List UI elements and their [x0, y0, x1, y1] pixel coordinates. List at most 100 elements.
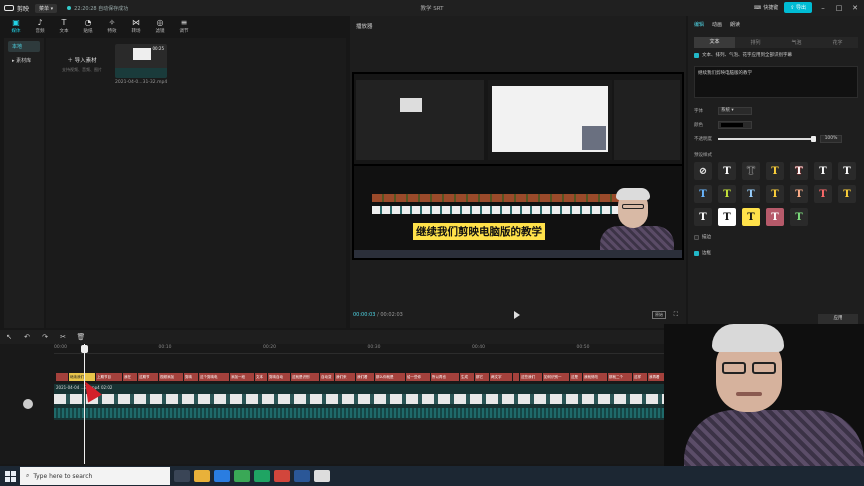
ratio-button[interactable]: 原始 [652, 311, 666, 319]
playhead-handle[interactable] [81, 345, 88, 353]
preset-style-1[interactable]: ⊘ [694, 162, 712, 180]
subtitle-clip[interactable]: 视频添加 [159, 373, 183, 381]
preset-style-2[interactable]: T [718, 162, 736, 180]
app-icon-red[interactable] [274, 470, 290, 482]
preset-style-12[interactable]: T [790, 185, 808, 203]
preset-style-6[interactable]: T [814, 162, 832, 180]
subtab-fancy-text[interactable]: 花字 [817, 39, 858, 46]
subtitle-clip[interactable]: 这期节 [138, 373, 158, 381]
subtitle-clip[interactable]: 那么你就是 [375, 373, 405, 381]
opacity-value-input[interactable]: 100% [820, 135, 842, 143]
subtab-text[interactable]: 文本 [694, 37, 735, 48]
track-visibility-icon[interactable] [23, 399, 33, 409]
preset-style-10[interactable]: T [742, 185, 760, 203]
preset-style-8[interactable]: T [694, 185, 712, 203]
opacity-slider-handle[interactable] [811, 136, 816, 142]
shortcut-button[interactable]: ⌨ 快捷键 [754, 4, 778, 12]
capcut-taskbar-icon[interactable] [314, 470, 330, 482]
preset-style-15[interactable]: T [694, 208, 712, 226]
subtitle-clip[interactable] [56, 373, 68, 381]
taskbar-search-input[interactable]: ⌕ Type here to search [20, 467, 170, 485]
tool-sticker[interactable]: ◔ 贴纸 [76, 18, 100, 34]
undo-icon[interactable]: ↶ [18, 333, 36, 341]
subtitle-clip[interactable]: 文本 [255, 373, 267, 381]
subtitle-clip[interactable]: 我就修改 [583, 373, 607, 381]
playhead[interactable] [84, 344, 85, 464]
subtitle-text-input[interactable]: 继续我们剪映电脑版的教学 [694, 66, 858, 98]
preset-style-16[interactable]: T [718, 208, 736, 226]
tool-adjust[interactable]: ≡ 调节 [172, 18, 196, 34]
close-icon[interactable]: ✕ [850, 4, 860, 12]
preset-style-9[interactable]: T [718, 185, 736, 203]
word-icon[interactable] [294, 470, 310, 482]
subtitle-clip[interactable]: 生成 [460, 373, 474, 381]
subtitle-clip[interactable]: 这样 [633, 373, 647, 381]
border-checkbox[interactable] [694, 250, 699, 256]
subtitle-clip[interactable]: 这就是识别 [291, 373, 319, 381]
wechat-icon[interactable] [254, 470, 270, 482]
subtitle-clip[interactable]: 剪映自动 [268, 373, 290, 381]
stroke-checkbox[interactable] [694, 234, 699, 240]
preset-style-7[interactable]: T [838, 162, 856, 180]
menu-button[interactable]: 菜单 ▾ [35, 3, 58, 13]
subtab-arrange[interactable]: 排列 [735, 39, 776, 46]
tool-audio[interactable]: ♪ 音频 [28, 18, 52, 34]
split-icon[interactable]: ✂ [54, 333, 72, 341]
edge-browser-icon[interactable] [214, 470, 230, 482]
stroke-row[interactable]: 描边 [694, 234, 858, 240]
subtitle-clip[interactable]: 这个剪映电 [199, 373, 229, 381]
opacity-slider[interactable] [718, 136, 816, 142]
task-view-icon[interactable] [174, 470, 190, 482]
preset-style-13[interactable]: T [814, 185, 832, 203]
subtitle-clip[interactable]: 那就二个 [608, 373, 632, 381]
subtab-bubble[interactable]: 气泡 [776, 39, 817, 46]
subtitle-clip[interactable]: 那它 [475, 373, 489, 381]
chrome-icon[interactable] [234, 470, 250, 482]
preset-style-11[interactable]: T [766, 185, 784, 203]
subtitle-clip[interactable]: 上期节目 [96, 373, 122, 381]
import-button[interactable]: ＋ 导入素材 支持视频、音频、图片 [52, 44, 112, 80]
subtitle-clip[interactable]: 给一些你 [406, 373, 430, 381]
preset-style-17[interactable]: T [742, 208, 760, 226]
tool-media[interactable]: ▣ 媒体 [4, 18, 28, 34]
subtitle-clip[interactable]: 两文字 [490, 373, 512, 381]
subtitle-clip[interactable]: 剪映 [184, 373, 198, 381]
video-preview[interactable]: 继续我们剪映电脑版的教学 [352, 72, 684, 260]
subtitle-clip[interactable]: 我们来 [335, 373, 355, 381]
fullscreen-icon[interactable]: ⛶ [674, 311, 678, 319]
tab-read-aloud[interactable]: 朗读 [730, 21, 740, 28]
apply-button[interactable]: 应用 [818, 314, 858, 324]
tool-transition[interactable]: ⋈ 转场 [124, 18, 148, 34]
file-explorer-icon[interactable] [194, 470, 210, 482]
preset-style-18[interactable]: T [766, 208, 784, 226]
redo-icon[interactable]: ↷ [36, 333, 54, 341]
maximize-icon[interactable]: □ [834, 4, 844, 12]
apply-all-row[interactable]: 文本、排列、气泡、花字应用到全部识别字幕 [694, 52, 858, 58]
color-picker[interactable] [718, 121, 752, 129]
tool-text[interactable]: T 文本 [52, 18, 76, 34]
subtitle-clip[interactable]: 我在 [123, 373, 137, 381]
minimize-icon[interactable]: – [818, 4, 828, 12]
subtitle-overlay[interactable]: 继续我们剪映电脑版的教学 [412, 222, 546, 241]
select-cursor-icon[interactable]: ↖ [0, 333, 18, 341]
preset-style-14[interactable]: T [838, 185, 856, 203]
tab-animation[interactable]: 动画 [712, 21, 722, 28]
preset-style-4[interactable]: T [766, 162, 784, 180]
windows-start-icon[interactable] [0, 466, 20, 486]
media-clip-thumbnail[interactable]: 00:25 [115, 44, 167, 78]
sidebar-item-library[interactable]: ▸ 素材库 [8, 55, 40, 66]
subtitle-clip[interactable]: 如何识别一 [543, 373, 569, 381]
preset-style-3[interactable]: T [742, 162, 760, 180]
subtitle-clip[interactable] [513, 373, 519, 381]
play-icon[interactable] [514, 311, 520, 319]
tool-effects[interactable]: ✧ 特效 [100, 18, 124, 34]
border-row[interactable]: 边框 [694, 250, 858, 256]
subtitle-clip[interactable]: 我们看 [356, 373, 374, 381]
tab-edit[interactable]: 编辑 [694, 21, 704, 28]
apply-all-checkbox[interactable] [694, 52, 699, 58]
sidebar-item-local[interactable]: 本地 [8, 41, 40, 52]
preset-style-5[interactable]: T [790, 162, 808, 180]
subtitle-clip[interactable]: 添加一段 [230, 373, 254, 381]
subtitle-clip[interactable]: 这是 [570, 373, 582, 381]
subtitle-clip[interactable]: 自动变 [320, 373, 334, 381]
